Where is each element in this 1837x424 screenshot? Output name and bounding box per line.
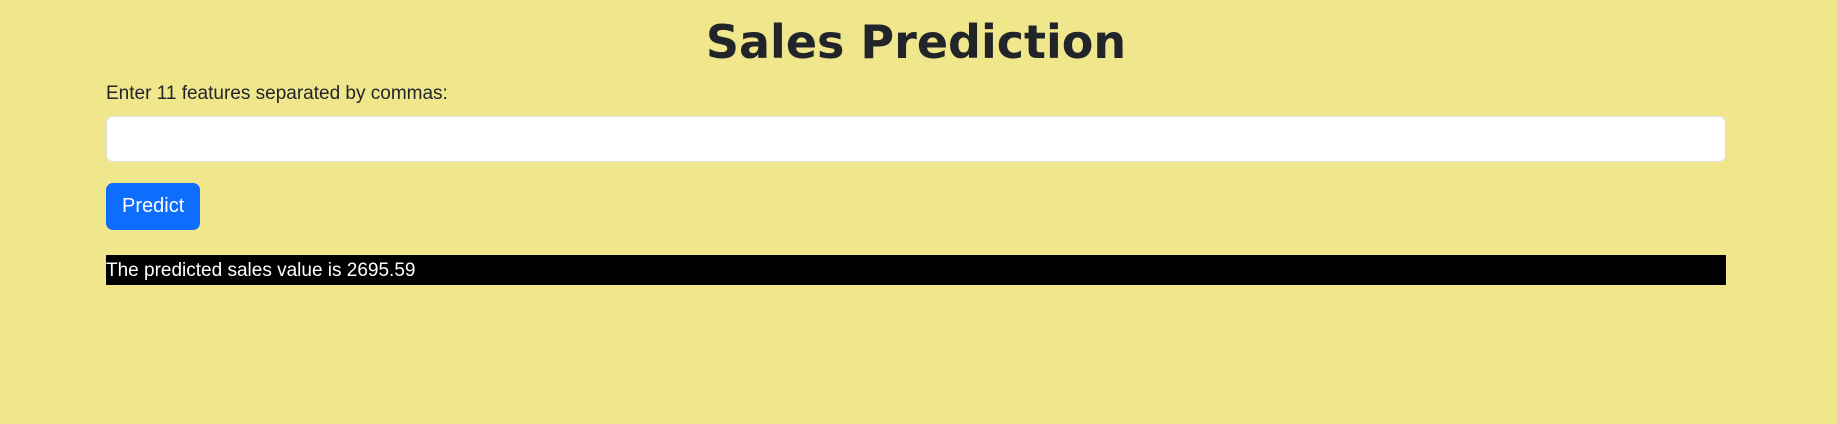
page-title: Sales Prediction [705,15,1127,69]
features-input[interactable] [106,116,1726,162]
features-label: Enter 11 features separated by commas: [106,83,448,104]
main-container: Sales Prediction Enter 11 features separ… [106,0,1726,285]
predict-button[interactable]: Predict [106,183,201,230]
prediction-result: The predicted sales value is 2695.59 [106,255,1726,285]
